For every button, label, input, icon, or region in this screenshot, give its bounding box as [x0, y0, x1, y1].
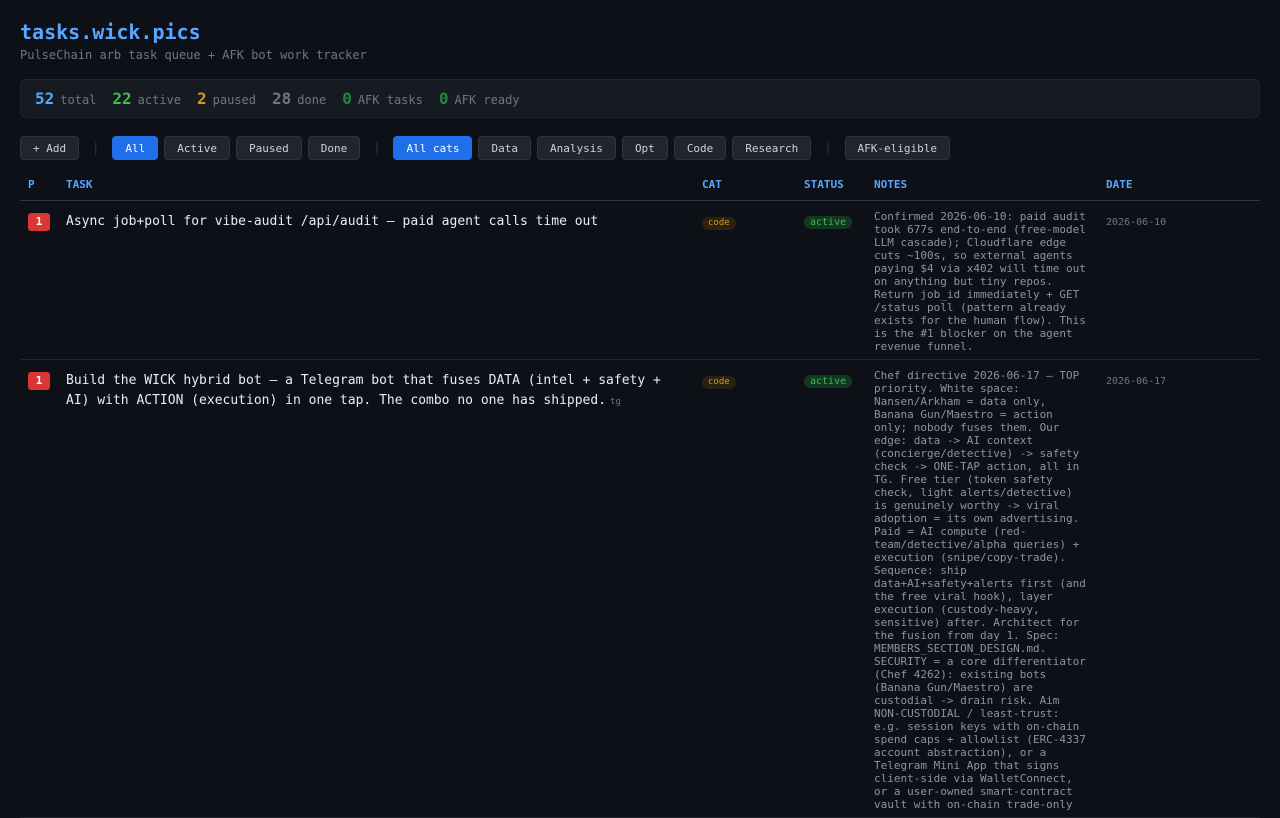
priority-cell: 1: [20, 200, 58, 360]
col-header-status[interactable]: STATUS: [796, 177, 866, 201]
cat-code-button[interactable]: Code: [673, 136, 727, 160]
stat-afk-ready: 0 AFK ready: [439, 89, 520, 108]
stat-label: AFK ready: [454, 93, 520, 107]
priority-badge: 1: [28, 372, 50, 390]
col-header-date[interactable]: DATE: [1098, 177, 1260, 201]
status-badge[interactable]: active: [804, 216, 853, 229]
toolbar-divider: |: [92, 141, 100, 155]
stat-value: 22: [112, 89, 132, 108]
stat-done: 28 done: [272, 89, 326, 108]
priority-cell: 1: [20, 359, 58, 818]
stat-active: 22 active: [112, 89, 181, 108]
page: tasks.wick.pics PulseChain arb task queu…: [0, 0, 1280, 818]
cat-all-button[interactable]: All cats: [393, 136, 473, 160]
cat-cell: code: [694, 359, 796, 818]
stat-value: 0: [342, 89, 352, 108]
task-cell[interactable]: Async job+poll for vibe-audit /api/audit…: [58, 200, 694, 360]
stat-label: active: [137, 93, 182, 107]
filter-active-button[interactable]: Active: [164, 136, 230, 160]
stat-value: 28: [272, 89, 292, 108]
filter-paused-button[interactable]: Paused: [235, 136, 302, 160]
status-cell: active: [796, 359, 866, 818]
table-row[interactable]: 1 Async job+poll for vibe-audit /api/aud…: [20, 200, 1260, 360]
col-header-priority[interactable]: P: [20, 177, 58, 201]
task-notes: Chef directive 2026-06-17 — TOP priority…: [874, 369, 1086, 811]
cat-research-button[interactable]: Research: [732, 136, 812, 160]
cat-cell: code: [694, 200, 796, 360]
stat-paused: 2 paused: [197, 89, 256, 108]
stat-value: 0: [438, 89, 449, 108]
cat-opt-button[interactable]: Opt: [621, 136, 668, 160]
toolbar-divider: |: [373, 141, 381, 155]
category-badge: code: [702, 217, 736, 230]
col-header-notes[interactable]: NOTES: [866, 177, 1098, 201]
col-header-task[interactable]: TASK: [58, 177, 694, 201]
table-header-row: P TASK CAT STATUS NOTES DATE: [20, 177, 1260, 201]
stat-label: total: [60, 93, 97, 107]
stat-value: 2: [197, 89, 207, 108]
date-cell: 2026-06-17: [1098, 359, 1260, 818]
page-subtitle: PulseChain arb task queue + AFK bot work…: [20, 48, 367, 62]
stat-label: AFK tasks: [357, 93, 423, 107]
task-tag: tg: [610, 397, 621, 407]
stat-afk-tasks: 0 AFK tasks: [342, 89, 423, 108]
task-table: P TASK CAT STATUS NOTES DATE 1 Async job…: [20, 177, 1260, 818]
page-title: tasks.wick.pics: [20, 20, 201, 44]
stat-label: done: [297, 93, 327, 107]
status-cell: active: [796, 200, 866, 360]
stat-value: 52: [35, 89, 55, 108]
add-task-button[interactable]: + Add: [20, 136, 80, 160]
stat-label: paused: [212, 93, 257, 107]
stats-bar: 52 total 22 active 2 paused 28 done 0 AF…: [20, 79, 1260, 118]
stat-total: 52 total: [35, 89, 96, 108]
status-badge[interactable]: active: [804, 375, 853, 388]
filter-done-button[interactable]: Done: [307, 136, 361, 160]
task-notes: Confirmed 2026-06-10: paid audit took 67…: [874, 210, 1086, 353]
task-date: 2026-06-10: [1106, 217, 1167, 228]
task-title[interactable]: Async job+poll for vibe-audit /api/audit…: [66, 214, 598, 229]
task-date: 2026-06-17: [1106, 376, 1167, 387]
cat-data-button[interactable]: Data: [478, 136, 531, 160]
table-row[interactable]: 1 Build the WICK hybrid bot — a Telegram…: [20, 359, 1260, 818]
task-title[interactable]: Build the WICK hybrid bot — a Telegram b…: [66, 373, 661, 408]
afk-eligible-button[interactable]: AFK-eligible: [844, 136, 951, 160]
toolbar-divider: |: [824, 141, 832, 155]
col-header-cat[interactable]: CAT: [694, 177, 796, 201]
task-cell[interactable]: Build the WICK hybrid bot — a Telegram b…: [58, 359, 694, 818]
category-badge: code: [702, 376, 736, 389]
notes-cell: Confirmed 2026-06-10: paid audit took 67…: [866, 200, 1098, 360]
notes-cell: Chef directive 2026-06-17 — TOP priority…: [866, 359, 1098, 818]
filter-toolbar: + Add | All Active Paused Done | All cat…: [20, 136, 1260, 160]
filter-all-button[interactable]: All: [112, 136, 159, 160]
priority-badge: 1: [28, 213, 50, 231]
cat-analysis-button[interactable]: Analysis: [536, 136, 616, 160]
date-cell: 2026-06-10: [1098, 200, 1260, 360]
